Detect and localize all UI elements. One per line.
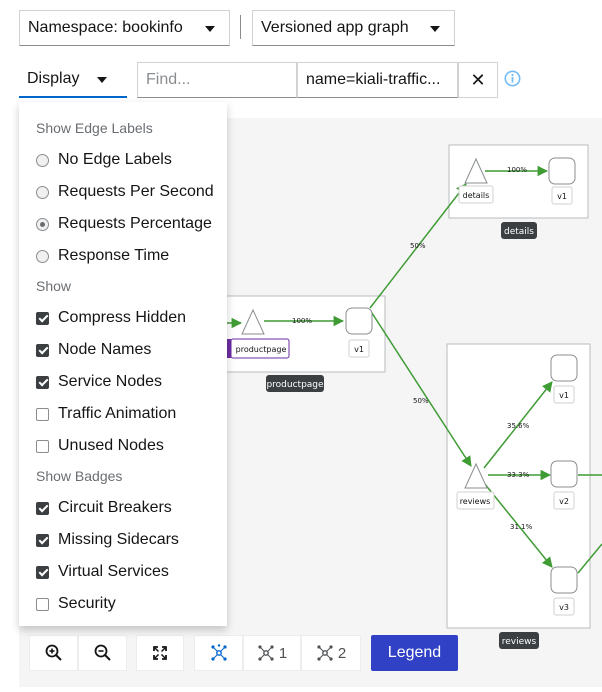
layout-default-button[interactable]: [194, 635, 243, 671]
reviews-service-label: reviews: [460, 497, 491, 506]
topology-icon: [210, 644, 227, 661]
option-label: Node Names: [58, 341, 152, 358]
reviews-v3-label: v3: [559, 603, 569, 612]
checkbox[interactable]: [36, 343, 49, 357]
legend-button[interactable]: Legend: [371, 635, 458, 671]
hide-input[interactable]: [297, 62, 458, 98]
option-label: Service Nodes: [58, 373, 163, 390]
reviews-v3-node[interactable]: [550, 566, 578, 594]
option-label: Traffic Animation: [58, 405, 177, 422]
option-label: Requests Percentage: [58, 215, 212, 232]
topology-icon: [317, 645, 333, 661]
option-label: Unused Nodes: [58, 437, 164, 454]
show-header: Show: [36, 278, 72, 294]
productpage-v1-node[interactable]: [345, 307, 373, 335]
radio-button[interactable]: [36, 153, 49, 167]
edge-label-option-none[interactable]: No Edge Labels: [19, 144, 227, 176]
show-service-nodes[interactable]: Service Nodes: [19, 366, 227, 398]
productpage-service-label: productpage: [236, 345, 287, 354]
reviews-v2-node[interactable]: [550, 460, 578, 488]
toolbar-divider: [240, 15, 241, 39]
reviews-v1-label: v1: [559, 391, 569, 400]
layout-1-button[interactable]: 1: [243, 635, 301, 671]
radio-button[interactable]: [36, 249, 49, 263]
checkbox[interactable]: [36, 501, 49, 515]
option-label: Security: [58, 595, 116, 612]
details-service-label: details: [463, 191, 490, 200]
edge-label-reviews-v2: 33.3%: [507, 471, 530, 479]
option-label: Missing Sidecars: [58, 531, 179, 548]
option-label: Virtual Services: [58, 563, 169, 580]
edge-label-details-v1: 100%: [507, 166, 527, 174]
display-dropdown-toggle[interactable]: Display: [19, 62, 127, 98]
layout-2-button[interactable]: 2: [301, 635, 361, 671]
checkbox[interactable]: [36, 407, 49, 421]
namespace-selector[interactable]: Namespace: bookinfo: [19, 10, 230, 46]
close-icon: ✕: [470, 69, 486, 90]
namespace-selector-label: Namespace: bookinfo: [28, 19, 183, 36]
details-v1-label: v1: [557, 192, 567, 201]
zoom-out-icon: [94, 644, 111, 661]
zoom-in-button[interactable]: [29, 635, 78, 671]
display-dropdown-label: Display: [27, 70, 80, 87]
radio-button[interactable]: [36, 185, 49, 199]
edge-label-reviews-v3: 31.1%: [510, 523, 533, 531]
badge-virtual-services[interactable]: Virtual Services: [19, 556, 227, 588]
badges-header: Show Badges: [36, 468, 123, 484]
fit-to-screen-button[interactable]: [136, 635, 184, 671]
edge-label-option-response-time[interactable]: Response Time: [19, 240, 227, 272]
info-icon[interactable]: [504, 70, 521, 87]
reviews-v1-node[interactable]: [550, 354, 578, 382]
reviews-box-label: reviews: [502, 637, 537, 647]
edge-label-to-details: 50%: [410, 242, 426, 250]
graph-type-label: Versioned app graph: [261, 19, 409, 36]
details-v1-node[interactable]: [548, 157, 576, 185]
show-unused-nodes[interactable]: Unused Nodes: [19, 430, 227, 462]
zoom-in-icon: [45, 644, 62, 661]
layout-1-label: 1: [278, 644, 288, 662]
option-label: Requests Per Second: [58, 183, 214, 200]
checkbox[interactable]: [36, 375, 49, 389]
checkbox[interactable]: [36, 597, 49, 611]
topology-icon: [258, 645, 274, 661]
checkbox[interactable]: [36, 439, 49, 453]
edge-label-to-reviews: 50%: [413, 397, 429, 405]
chevron-down-icon: [430, 26, 440, 32]
show-node-names[interactable]: Node Names: [19, 334, 227, 366]
radio-button[interactable]: [36, 217, 49, 231]
badge-missing-sidecars[interactable]: Missing Sidecars: [19, 524, 227, 556]
details-box-label: details: [504, 227, 534, 237]
option-label: Circuit Breakers: [58, 499, 172, 516]
checkbox[interactable]: [36, 311, 49, 325]
expand-icon: [153, 646, 167, 660]
zoom-out-button[interactable]: [78, 635, 127, 671]
graph-type-selector[interactable]: Versioned app graph: [252, 10, 455, 46]
option-label: No Edge Labels: [58, 151, 172, 168]
clear-find-button[interactable]: ✕: [458, 62, 498, 98]
show-compress-hidden[interactable]: Compress Hidden: [19, 302, 227, 334]
option-label: Response Time: [58, 247, 170, 264]
edge-label-reviews-v1: 35.6%: [507, 422, 530, 430]
layout-2-label: 2: [337, 644, 347, 662]
show-traffic-animation[interactable]: Traffic Animation: [19, 398, 227, 430]
edge-label-option-percentage[interactable]: Requests Percentage: [19, 208, 227, 240]
edge-labels-header: Show Edge Labels: [36, 120, 153, 136]
reviews-v2-label: v2: [559, 497, 569, 506]
productpage-v1-label: v1: [354, 345, 364, 354]
checkbox[interactable]: [36, 533, 49, 547]
edge-label-productpage-v1: 100%: [292, 317, 312, 325]
productpage-box-label: productpage: [266, 380, 324, 390]
option-label: Compress Hidden: [58, 309, 187, 326]
edge-label-option-rps[interactable]: Requests Per Second: [19, 176, 227, 208]
chevron-down-icon: [205, 26, 215, 32]
display-menu: Show Edge Labels No Edge Labels Requests…: [19, 102, 227, 626]
badge-security[interactable]: Security: [19, 588, 227, 620]
badge-circuit-breakers[interactable]: Circuit Breakers: [19, 492, 227, 524]
find-input[interactable]: [137, 62, 297, 98]
chevron-down-icon: [97, 77, 107, 83]
checkbox[interactable]: [36, 565, 49, 579]
